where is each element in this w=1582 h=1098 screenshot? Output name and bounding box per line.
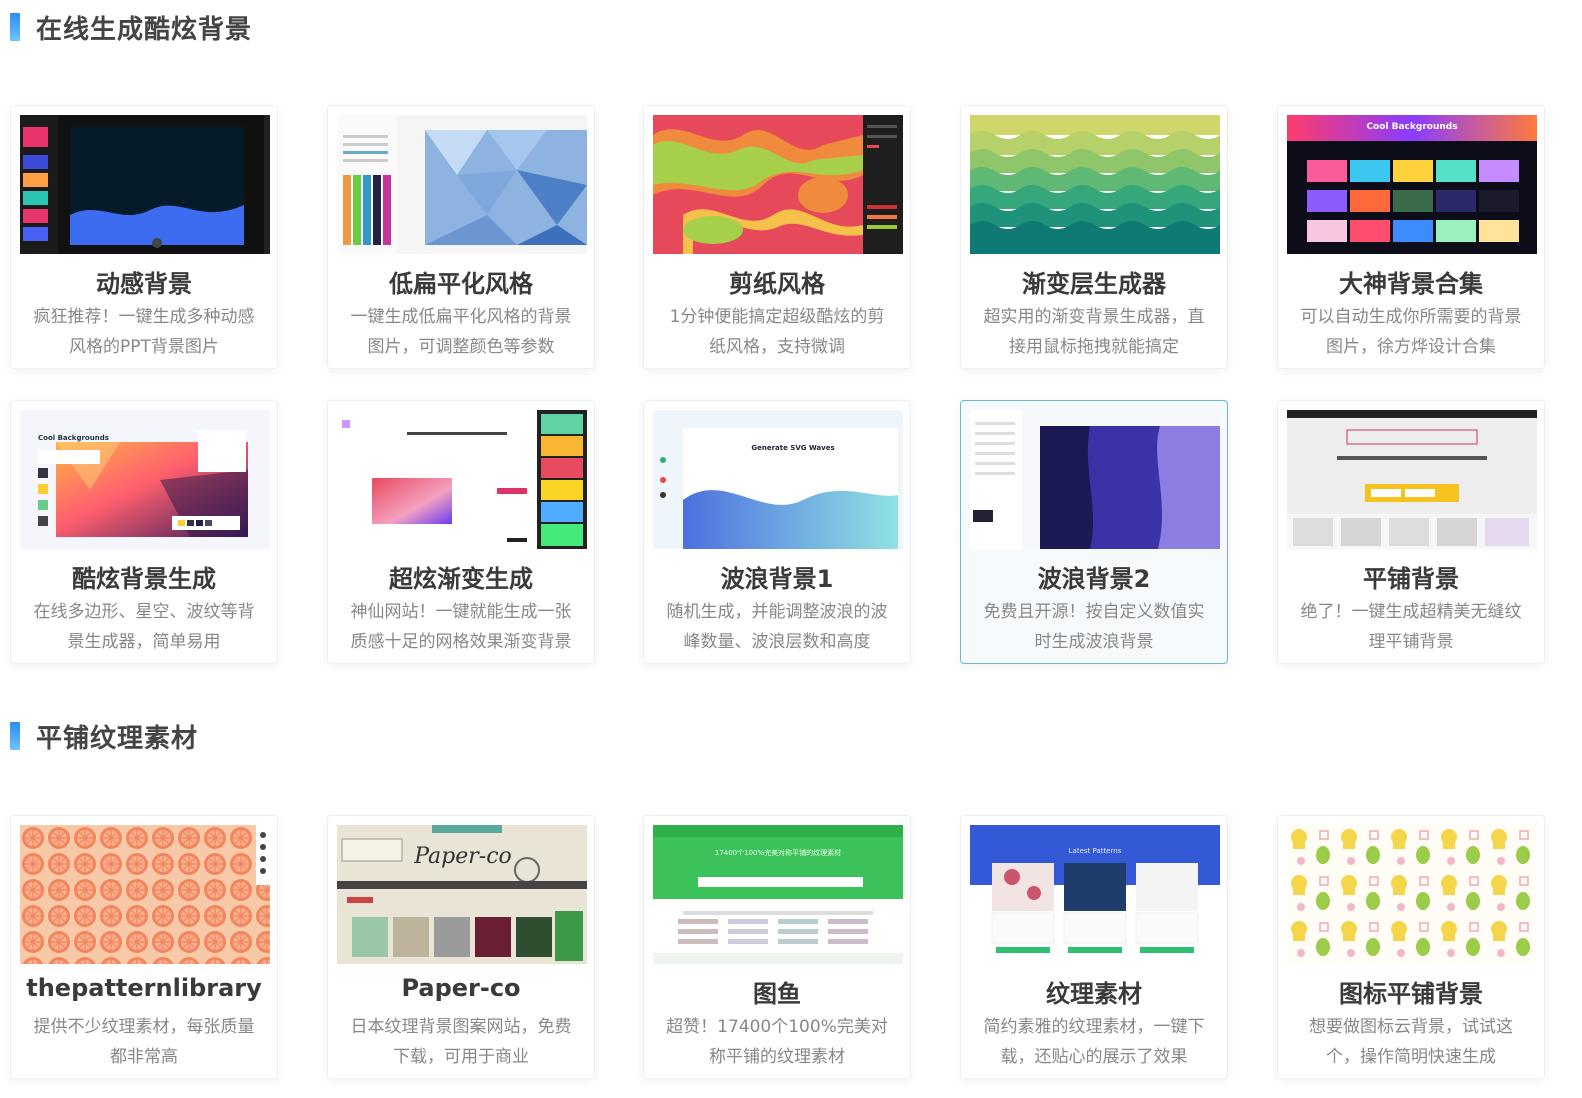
card-description: 超赞！17400个100%完美对称平铺的纹理素材: [666, 1017, 888, 1067]
section-title-tiled-textures: 平铺纹理素材: [10, 719, 199, 754]
card-description: 日本纹理背景图案网站，免费下载，可用于商业: [350, 1017, 572, 1067]
card-title: 剪纸风格: [729, 270, 825, 298]
card-super-gradient-generator[interactable]: 超炫渐变生成 神仙网站！一键就能生成一张质感十足的网格效果渐变背景: [327, 400, 595, 664]
card-description: 想要做图标云背景，试试这个，操作简明快速生成: [1309, 1017, 1513, 1067]
card-dynamic-background[interactable]: 动感背景 疯狂推荐！一键生成多种动感风格的PPT背景图片: [10, 105, 278, 369]
card-description: 简约素雅的纹理素材，一键下载，还贴心的展示了效果: [983, 1017, 1205, 1067]
card-title: 低扁平化风格: [389, 270, 533, 298]
card-cool-background-generator[interactable]: Cool Backgrounds 酷炫背景生成 在线多边形、星空、波纹等背景生成…: [10, 400, 278, 664]
card-description: 1分钟便能搞定超级酷炫的剪纸风格，支持微调: [669, 307, 885, 357]
card-master-background-collection[interactable]: Cool Backgrounds 大神背景合集 可以自动生成你所需要的背景图片，…: [1277, 105, 1545, 369]
card-title: 渐变层生成器: [1022, 270, 1166, 298]
card-thumbnail: Latest Patterns: [970, 825, 1220, 964]
thumb-caption: Paper-co: [413, 844, 512, 869]
card-thumbnail: [337, 410, 587, 549]
card-texture-materials[interactable]: Latest Patterns 纹理素材 简约素雅的纹理素材，一键下载，还贴心的…: [960, 815, 1228, 1079]
card-description: 一键生成低扁平化风格的背景图片，可调整颜色等参数: [350, 307, 572, 357]
thumb-caption: Cool Backgrounds: [38, 434, 109, 442]
card-low-poly-style[interactable]: 低扁平化风格 一键生成低扁平化风格的背景图片，可调整颜色等参数: [327, 105, 595, 369]
card-paper-co[interactable]: Paper-co Paper-co 日本纹理背景图案网站，免费下载，可用于商业: [327, 815, 595, 1079]
card-tuyu[interactable]: 17400个100%完美对称平铺的纹理素材 图鱼 超赞！17400个100%完美…: [643, 815, 911, 1079]
card-thumbnail: [653, 115, 903, 254]
card-title: 图鱼: [753, 980, 801, 1008]
section-title-online-backgrounds: 在线生成酷炫背景: [10, 10, 253, 45]
card-description: 提供不少纹理素材，每张质量都非常高: [33, 1017, 255, 1067]
thumb-caption: 17400个100%完美对称平铺的纹理素材: [715, 848, 841, 857]
card-description: 超实用的渐变背景生成器，直接用鼠标拖拽就能搞定: [983, 307, 1205, 357]
card-thepatternlibrary[interactable]: thepatternlibrary 提供不少纹理素材，每张质量都非常高: [10, 815, 278, 1079]
card-thumbnail: 17400个100%完美对称平铺的纹理素材: [653, 825, 903, 964]
card-title: 平铺背景: [1363, 565, 1459, 593]
card-thumbnail: [20, 115, 270, 254]
card-description: 在线多边形、星空、波纹等背景生成器，简单易用: [33, 602, 255, 652]
card-description: 免费且开源！按自定义数值实时生成波浪背景: [983, 602, 1205, 652]
card-thumbnail: Cool Backgrounds: [1287, 115, 1537, 254]
section-marker: [10, 722, 20, 750]
card-wave-background-1[interactable]: Generate SVG Waves 波浪背景1 随机生成，并能调整波浪的波峰数…: [643, 400, 911, 664]
card-description: 随机生成，并能调整波浪的波峰数量、波浪层数和高度: [666, 602, 888, 652]
card-thumbnail: [1287, 410, 1537, 549]
card-thumbnail: Generate SVG Waves: [653, 410, 903, 549]
card-thumbnail: [337, 115, 587, 254]
card-description: 疯狂推荐！一键生成多种动感风格的PPT背景图片: [33, 307, 255, 357]
card-title: 大神背景合集: [1339, 270, 1483, 298]
card-description: 可以自动生成你所需要的背景图片，徐方烨设计合集: [1300, 307, 1522, 357]
section-heading: 平铺纹理素材: [36, 723, 199, 754]
card-thumbnail: [970, 410, 1220, 549]
card-description: 绝了！一键生成超精美无缝纹理平铺背景: [1300, 602, 1522, 652]
card-title: Paper-co: [401, 974, 521, 1002]
card-title: 波浪背景2: [1037, 565, 1151, 593]
card-wave-background-2[interactable]: 波浪背景2 免费且开源！按自定义数值实时生成波浪背景: [960, 400, 1228, 664]
card-thumbnail: [20, 825, 270, 964]
card-description: 神仙网站！一键就能生成一张质感十足的网格效果渐变背景: [350, 602, 572, 652]
card-title: 图标平铺背景: [1339, 980, 1483, 1008]
card-thumbnail: [970, 115, 1220, 254]
card-paper-cut-style[interactable]: 剪纸风格 1分钟便能搞定超级酷炫的剪纸风格，支持微调: [643, 105, 911, 369]
card-title: 纹理素材: [1046, 980, 1142, 1008]
section-marker: [10, 13, 20, 41]
card-tiled-background[interactable]: 平铺背景 绝了！一键生成超精美无缝纹理平铺背景: [1277, 400, 1545, 664]
card-thumbnail: [1287, 825, 1537, 964]
card-title: 波浪背景1: [720, 565, 834, 593]
card-title: 酷炫背景生成: [72, 565, 216, 593]
card-icon-tiled-background[interactable]: 图标平铺背景 想要做图标云背景，试试这个，操作简明快速生成: [1277, 815, 1545, 1079]
card-title: 动感背景: [96, 270, 192, 298]
card-thumbnail: Paper-co: [337, 825, 587, 964]
thumb-caption: Cool Backgrounds: [1366, 122, 1457, 132]
thumb-caption: Generate SVG Waves: [751, 444, 834, 452]
card-title: 超炫渐变生成: [389, 565, 533, 593]
thumb-caption: Latest Patterns: [1069, 847, 1122, 855]
card-thumbnail: Cool Backgrounds: [20, 410, 270, 549]
section-heading: 在线生成酷炫背景: [36, 14, 253, 45]
card-title: thepatternlibrary: [26, 974, 262, 1002]
card-gradient-layer-generator[interactable]: 渐变层生成器 超实用的渐变背景生成器，直接用鼠标拖拽就能搞定: [960, 105, 1228, 369]
